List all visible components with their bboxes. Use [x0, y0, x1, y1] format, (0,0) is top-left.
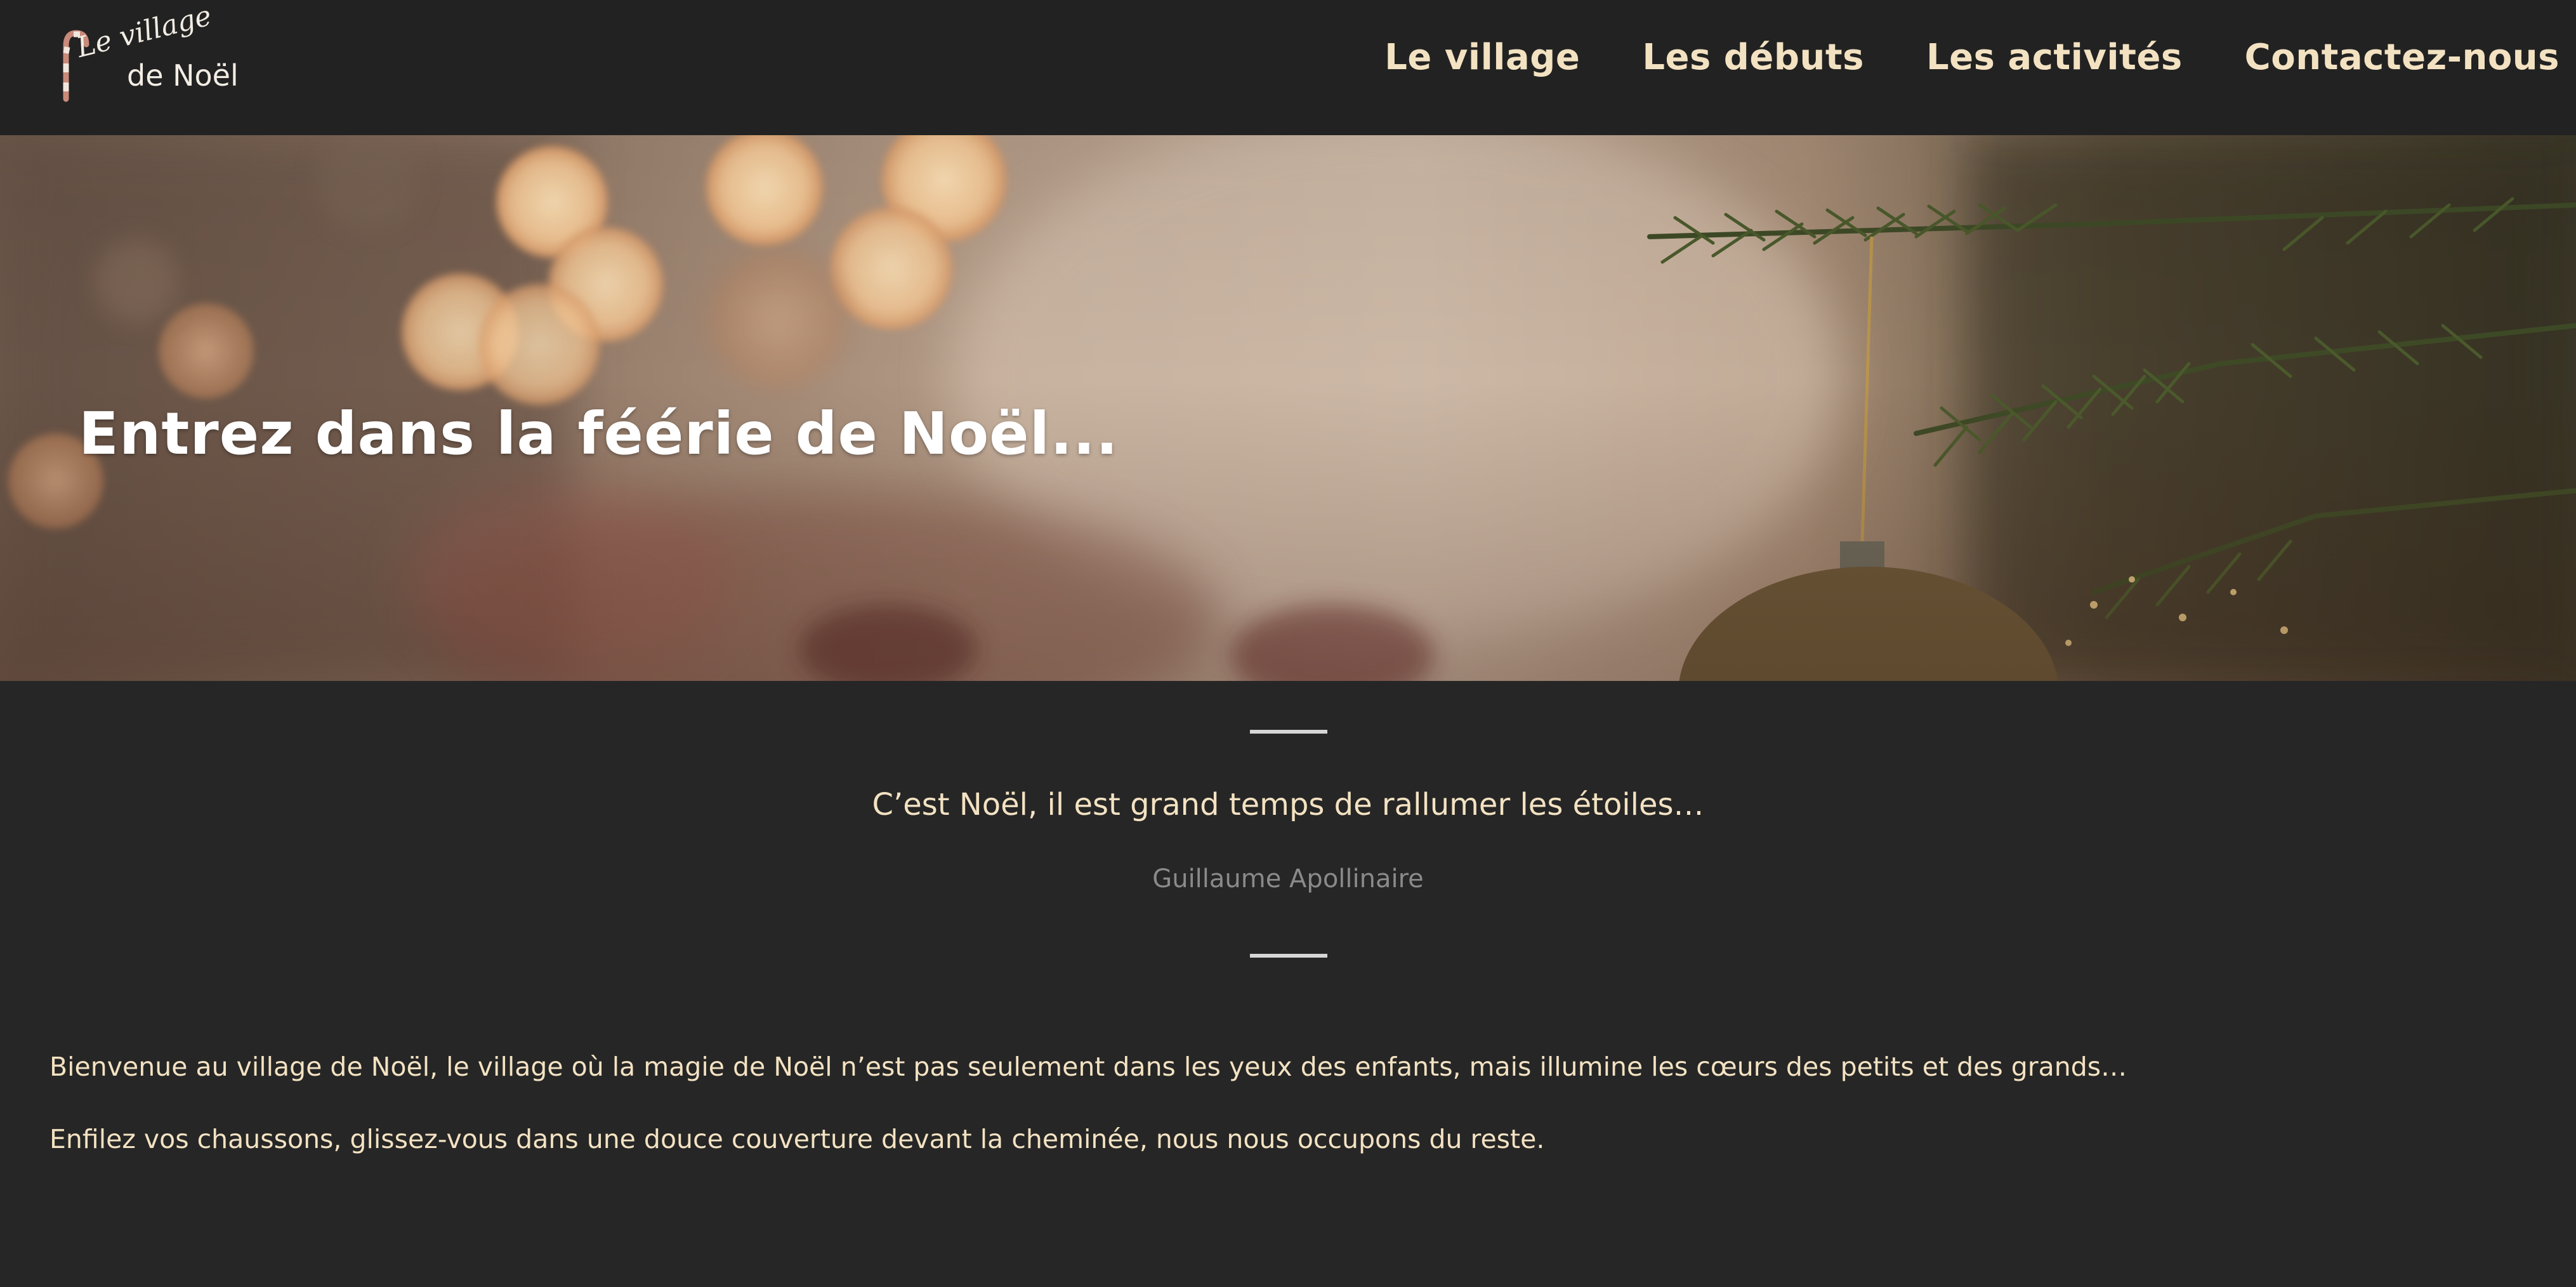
nav-item-contactez-nous[interactable]: Contactez-nous — [2245, 37, 2560, 78]
hero-title: Entrez dans la féérie de Noël... — [79, 399, 1119, 468]
quote-divider-bottom — [1250, 954, 1327, 958]
logo-text-line2: de Noël — [127, 58, 239, 93]
quote-author: Guillaume Apollinaire — [1152, 864, 1424, 894]
site-header: Le village de Noël Le village Les débuts… — [0, 0, 2576, 135]
intro-paragraph-1: Bienvenue au village de Noël, le village… — [49, 1052, 2127, 1082]
intro-paragraph-2: Enfilez vos chaussons, glissez-vous dans… — [49, 1124, 1545, 1154]
site-logo[interactable]: Le village de Noël — [55, 0, 239, 104]
logo-text-line1: Le village — [73, 0, 215, 64]
quote-text: C’est Noël, il est grand temps de rallum… — [872, 787, 1704, 822]
main-nav: Le village Les débuts Les activités Cont… — [1384, 37, 2560, 78]
nav-item-les-debuts[interactable]: Les débuts — [1642, 37, 1864, 78]
nav-item-les-activites[interactable]: Les activités — [1926, 37, 2183, 78]
hero-banner: Entrez dans la féérie de Noël... — [0, 135, 2576, 681]
quote-divider-top — [1250, 730, 1327, 734]
nav-item-le-village[interactable]: Le village — [1384, 37, 1580, 78]
